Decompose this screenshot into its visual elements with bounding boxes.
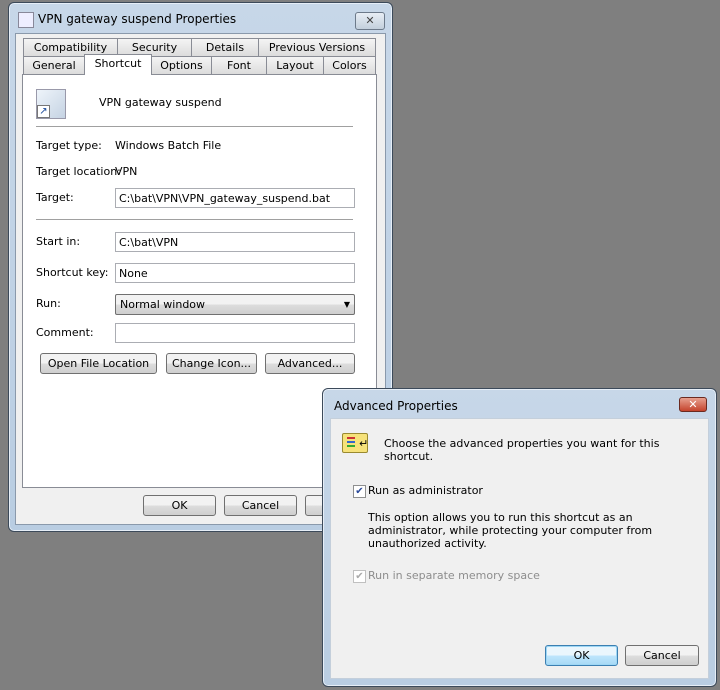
tab-details[interactable]: Details: [191, 38, 259, 56]
shortcut-name: VPN gateway suspend: [99, 96, 222, 109]
tab-colors[interactable]: Colors: [323, 56, 376, 74]
target-type-label: Target type:: [36, 139, 102, 152]
description-line: This option allows you to run this short…: [368, 511, 633, 524]
window-title: VPN gateway suspend Properties: [38, 12, 237, 26]
dialog-title: Advanced Properties: [334, 399, 458, 413]
target-input[interactable]: C:\bat\VPN\VPN_gateway_suspend.bat: [115, 188, 355, 208]
run-label: Run:: [36, 297, 61, 310]
tab-options[interactable]: Options: [151, 56, 212, 74]
change-icon-button[interactable]: Change Icon...: [166, 353, 257, 374]
target-type-value: Windows Batch File: [115, 139, 222, 152]
run-select[interactable]: Normal window ▼: [115, 294, 355, 315]
close-button[interactable]: ✕: [679, 397, 707, 412]
tab-layout[interactable]: Layout: [266, 56, 324, 74]
advanced-properties-dialog: Advanced Properties ✕ ↵ Choose the advan…: [322, 388, 717, 687]
separate-memory-checkbox: ✔: [353, 570, 366, 583]
close-button[interactable]: ✕: [355, 12, 385, 30]
run-as-admin-label[interactable]: Run as administrator: [368, 484, 483, 497]
comment-input[interactable]: [115, 323, 355, 343]
ok-button[interactable]: OK: [545, 645, 618, 666]
dialog-client: ↵ Choose the advanced properties you wan…: [330, 418, 709, 679]
tab-previous-versions[interactable]: Previous Versions: [258, 38, 376, 56]
ok-button[interactable]: OK: [143, 495, 216, 516]
separate-memory-label: Run in separate memory space: [368, 569, 540, 582]
shortcut-file-icon: [18, 12, 34, 28]
run-value: Normal window: [120, 298, 206, 311]
properties-folder-icon: ↵: [342, 433, 368, 453]
divider: [36, 219, 353, 220]
start-in-input[interactable]: C:\bat\VPN: [115, 232, 355, 252]
target-label: Target:: [36, 191, 74, 204]
dialog-prompt: Choose the advanced properties you want …: [384, 437, 660, 463]
tab-shortcut[interactable]: Shortcut: [84, 54, 152, 75]
target-location-value: VPN: [115, 165, 138, 178]
tab-font[interactable]: Font: [211, 56, 267, 74]
target-location-label: Target location:: [36, 165, 121, 178]
description-line: unauthorized activity.: [368, 537, 487, 550]
description-line: administrator, while protecting your com…: [368, 524, 653, 537]
cancel-button[interactable]: Cancel: [625, 645, 699, 666]
batch-file-icon: ↗: [36, 89, 66, 119]
shortcut-key-label: Shortcut key:: [36, 266, 109, 279]
cancel-button[interactable]: Cancel: [224, 495, 297, 516]
divider: [36, 126, 353, 127]
run-as-admin-checkbox[interactable]: ✔: [353, 485, 366, 498]
chevron-down-icon: ▼: [343, 300, 350, 309]
shortcut-arrow-icon: ↗: [37, 105, 50, 118]
start-in-label: Start in:: [36, 235, 81, 248]
shortcut-key-input[interactable]: None: [115, 263, 355, 283]
open-file-location-button[interactable]: Open File Location: [40, 353, 157, 374]
tab-general[interactable]: General: [23, 56, 85, 74]
comment-label: Comment:: [36, 326, 94, 339]
advanced-button[interactable]: Advanced...: [265, 353, 355, 374]
